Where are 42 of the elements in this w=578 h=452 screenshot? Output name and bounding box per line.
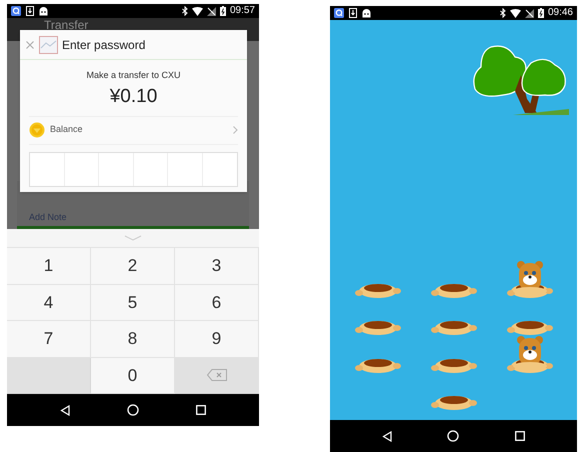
keypad-key[interactable]: 2 xyxy=(91,248,175,284)
backspace-icon xyxy=(207,369,227,382)
app-bar-title: Transfer xyxy=(44,18,88,32)
download-icon[interactable] xyxy=(349,8,357,18)
mole-in-hole-drawing[interactable] xyxy=(506,260,554,298)
coin-icon xyxy=(29,122,45,138)
keypad-key[interactable]: 0 xyxy=(91,358,175,394)
payment-method-row[interactable]: Balance xyxy=(29,116,238,144)
chevron-right-icon xyxy=(233,126,238,134)
keypad-key[interactable]: 4 xyxy=(7,284,91,321)
transfer-recipient-text: Make a transfer to CXU xyxy=(85,69,182,82)
dialog-title: Enter password xyxy=(62,36,146,54)
android-icon[interactable] xyxy=(362,8,371,18)
back-icon[interactable] xyxy=(60,404,70,416)
no-sim-icon xyxy=(524,8,534,18)
home-icon[interactable] xyxy=(447,430,460,442)
wifi-icon xyxy=(192,6,203,16)
android-icon[interactable] xyxy=(39,6,48,16)
home-icon[interactable] xyxy=(126,404,139,416)
wifi-icon xyxy=(510,8,521,18)
bluetooth-icon xyxy=(500,8,506,18)
status-time: 09:57 xyxy=(230,6,255,16)
back-icon[interactable] xyxy=(382,430,392,442)
keypad-key[interactable]: 6 xyxy=(175,284,259,321)
recents-icon[interactable] xyxy=(196,405,206,415)
search-app-icon[interactable] xyxy=(334,8,344,18)
keypad-key[interactable]: 8 xyxy=(91,321,175,358)
download-icon[interactable] xyxy=(26,6,34,16)
bluetooth-icon xyxy=(182,6,188,16)
keypad-key[interactable]: 5 xyxy=(91,284,175,321)
transfer-amount: ¥0.10 xyxy=(108,84,158,108)
keypad-key[interactable]: 9 xyxy=(175,321,259,358)
keypad-key[interactable]: 1 xyxy=(7,248,91,284)
status-time: 09:46 xyxy=(548,8,573,18)
keypad-key[interactable]: 7 xyxy=(7,321,91,358)
keypad-key[interactable]: 3 xyxy=(175,248,259,284)
mole-in-hole-drawing[interactable] xyxy=(506,336,554,372)
recents-icon[interactable] xyxy=(515,431,526,441)
password-field[interactable] xyxy=(29,152,238,186)
search-app-icon[interactable] xyxy=(11,6,21,16)
no-sim-icon xyxy=(206,6,216,16)
image-icon xyxy=(39,36,58,54)
